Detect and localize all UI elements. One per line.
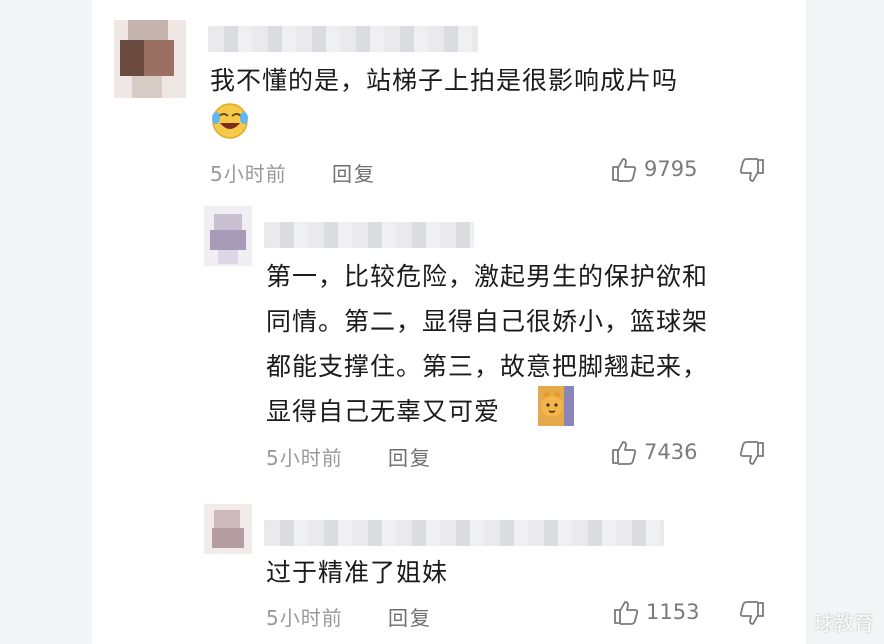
reply-button[interactable]: 回复	[388, 602, 432, 631]
thumbs-up-icon	[612, 158, 637, 182]
like-count: 7436	[644, 440, 698, 464]
thumbs-up-icon	[614, 601, 639, 625]
blurred-username[interactable]	[264, 222, 474, 248]
avatar[interactable]	[204, 504, 252, 554]
comment-time: 5小时前	[266, 446, 343, 470]
blurred-username[interactable]	[208, 26, 478, 52]
comment-text: 我不懂的是，站梯子上拍是很影响成片吗	[210, 66, 679, 95]
blurred-username[interactable]	[264, 520, 664, 546]
thumbs-down-icon[interactable]	[738, 440, 766, 468]
watermark: 球教育	[814, 611, 874, 635]
comment-text: 第一，比较危险，激起男生的保护欲和 同情。第二，显得自己很娇小，篮球架 都能支撑…	[266, 262, 709, 426]
crying-laughing-emoji-icon	[210, 102, 250, 144]
comment-panel: 我不懂的是，站梯子上拍是很影响成片吗 5小时前 回复 9795 第一，比较危险，…	[92, 0, 806, 644]
thumbs-down-icon[interactable]	[738, 157, 766, 185]
like-count: 9795	[644, 157, 698, 181]
like-button[interactable]: 9795	[610, 155, 697, 183]
avatar[interactable]	[204, 206, 252, 266]
like-count: 1153	[646, 600, 700, 624]
thumbs-down-icon[interactable]	[738, 600, 766, 628]
avatar[interactable]	[114, 20, 186, 98]
reply-button[interactable]: 回复	[388, 442, 432, 471]
comment-text: 过于精准了姐妹	[266, 558, 449, 587]
cat-emoji-icon	[538, 386, 574, 430]
like-button[interactable]: 1153	[612, 598, 699, 626]
comment-time: 5小时前	[210, 162, 287, 186]
like-button[interactable]: 7436	[610, 438, 697, 466]
comment-time: 5小时前	[266, 606, 343, 630]
reply-button[interactable]: 回复	[332, 158, 376, 187]
thumbs-up-icon	[612, 441, 637, 465]
